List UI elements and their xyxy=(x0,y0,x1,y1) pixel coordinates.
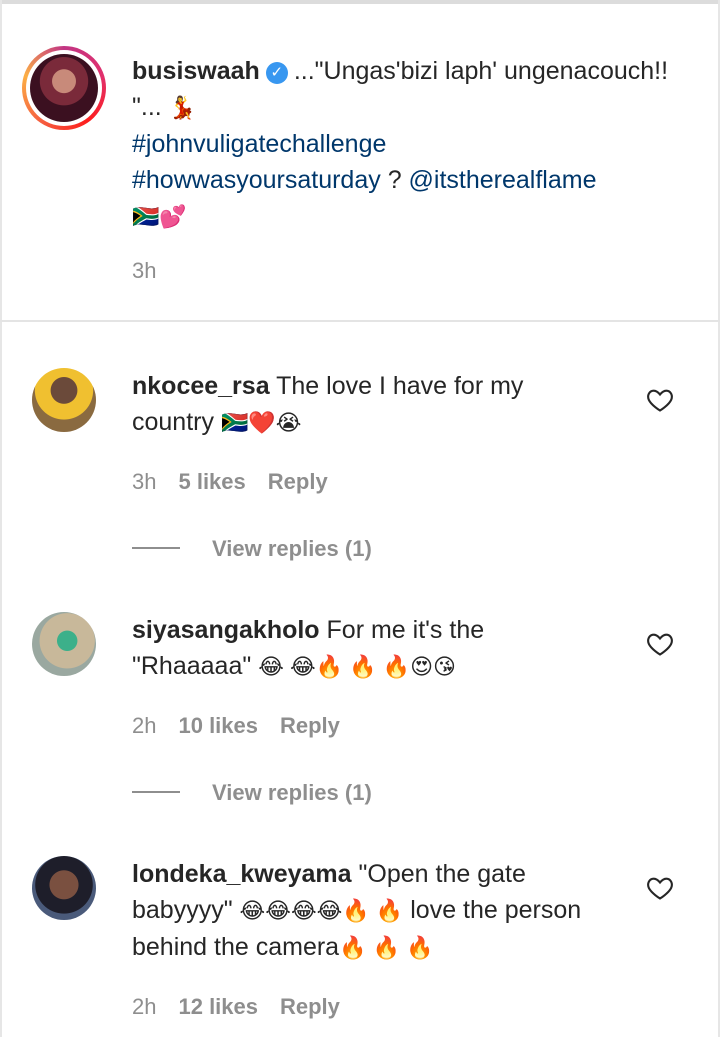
like-heart-icon[interactable] xyxy=(646,630,674,658)
view-replies-label: View replies (1) xyxy=(212,536,372,561)
comment-emoji: 🔥 🔥 🔥 xyxy=(339,935,434,960)
post-caption: busiswaah ✓ ..."Ungas'bizi laph' ungenacou… xyxy=(0,4,720,321)
like-heart-icon[interactable] xyxy=(646,386,674,414)
caption-username[interactable]: busiswaah xyxy=(132,57,260,85)
avatar[interactable] xyxy=(30,54,98,122)
view-replies-label: View replies (1) xyxy=(212,780,372,805)
comment-username[interactable]: londeka_kweyama xyxy=(132,860,352,888)
divider xyxy=(0,320,720,322)
story-ring-inner xyxy=(26,50,102,126)
dancer-emoji: 💃 xyxy=(168,95,197,120)
comment-meta: 2h 12 likes Reply xyxy=(132,994,340,1020)
comment-emoji: 😂 😂🔥 🔥 🔥😍😘 xyxy=(258,654,456,679)
caption-timestamp: 3h xyxy=(132,258,157,283)
replies-line xyxy=(132,547,180,549)
likes-count[interactable]: 10 likes xyxy=(178,713,258,738)
verified-badge-icon: ✓ xyxy=(265,62,288,84)
avatar[interactable] xyxy=(32,856,96,920)
comment-username[interactable]: siyasangakholo xyxy=(132,616,320,644)
flag-hearts-emoji: 🇿🇦💕 xyxy=(132,204,187,229)
view-replies-button[interactable]: View replies (1) xyxy=(132,536,372,562)
likes-count[interactable]: 5 likes xyxy=(178,469,245,494)
comment-text: londeka_kweyama "Open the gate babyyyy" … xyxy=(132,856,582,966)
view-replies-button[interactable]: View replies (1) xyxy=(132,780,372,806)
likes-count[interactable]: 12 likes xyxy=(178,994,258,1019)
avatar[interactable] xyxy=(32,368,96,432)
hashtag-link[interactable]: #johnvuligatechallenge xyxy=(132,130,386,158)
comment-text: nkocee_rsa The love I have for my countr… xyxy=(132,368,582,441)
reply-button[interactable]: Reply xyxy=(268,469,328,494)
comment-time: 2h xyxy=(132,994,157,1019)
mention-link[interactable]: @itstherealflame xyxy=(409,166,597,194)
comment-emoji: 😂😂😂😂🔥 🔥 xyxy=(239,898,404,923)
comment-time: 2h xyxy=(132,713,157,738)
like-heart-icon[interactable] xyxy=(646,874,674,902)
comment-username[interactable]: nkocee_rsa xyxy=(132,372,270,400)
reply-button[interactable]: Reply xyxy=(280,994,340,1019)
hashtag-link[interactable]: #howwasyoursaturday xyxy=(132,166,381,194)
comment-meta: 3h 5 likes Reply xyxy=(132,469,328,495)
replies-line xyxy=(132,791,180,793)
comment-emoji: 🇿🇦❤️😭 xyxy=(220,410,302,435)
comment-time: 3h xyxy=(132,469,157,494)
comment-meta: 2h 10 likes Reply xyxy=(132,713,340,739)
caption-text: busiswaah ✓ ..."Ungas'bizi laph' ungenacou… xyxy=(132,53,672,235)
caption-question: ? xyxy=(380,166,409,194)
comment-text: siyasangakholo For me it's the "Rhaaaaa"… xyxy=(132,612,582,685)
reply-button[interactable]: Reply xyxy=(280,713,340,738)
avatar[interactable] xyxy=(32,612,96,676)
story-ring[interactable] xyxy=(22,46,106,130)
